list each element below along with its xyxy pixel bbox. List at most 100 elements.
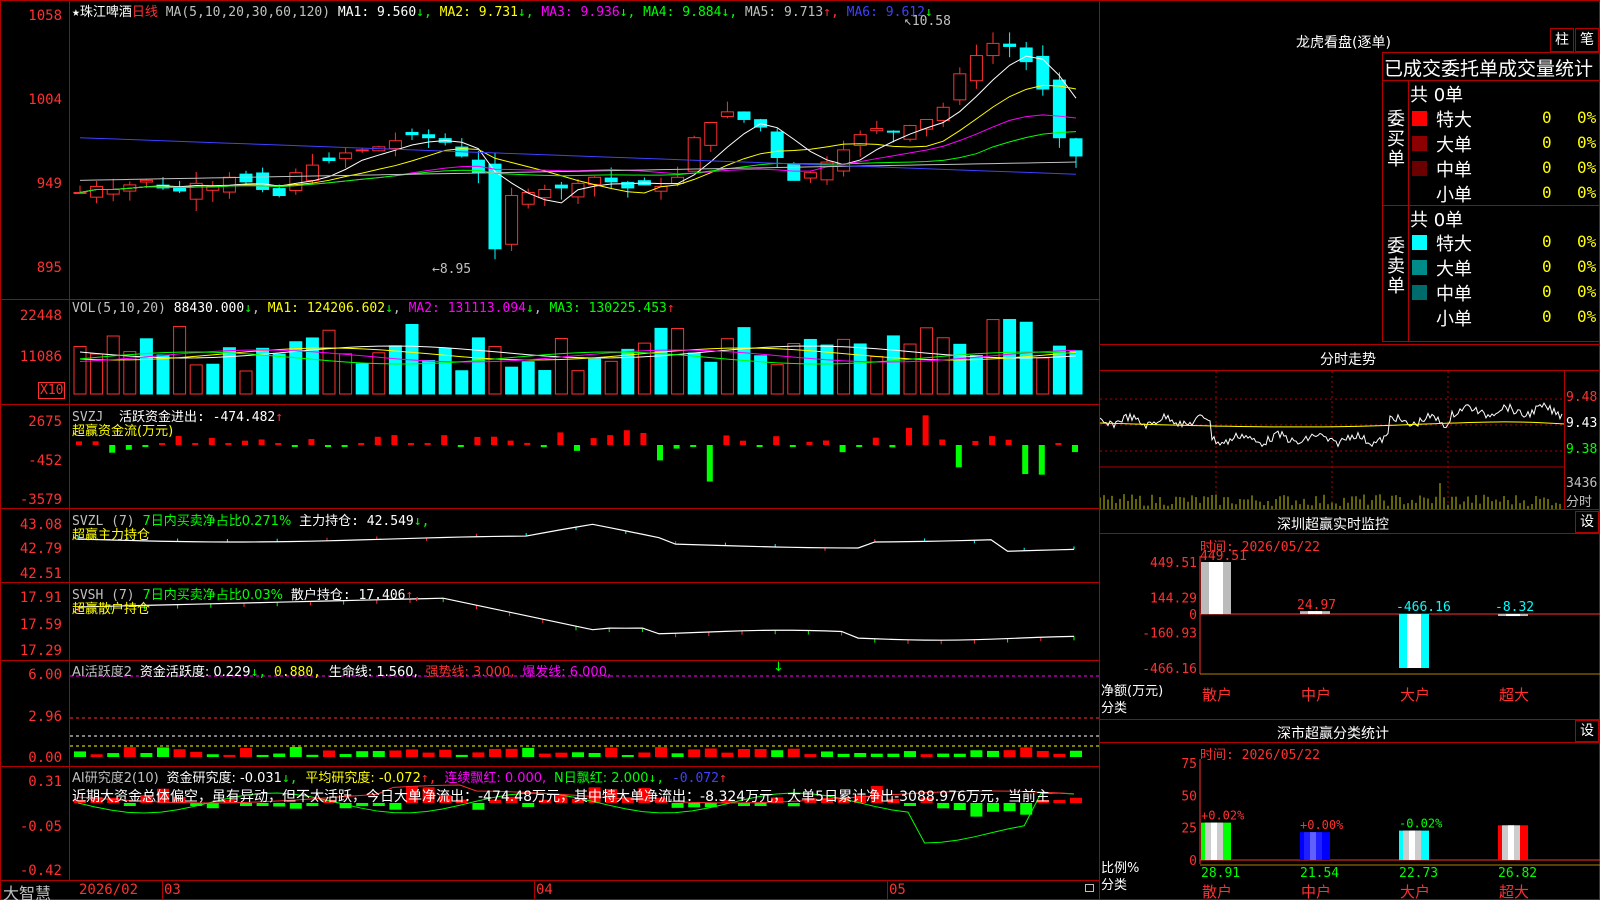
volume-bar	[355, 363, 369, 395]
vol-header: VOL(5,10,20) 88430.000↓, MA1: 124206.602…	[72, 301, 675, 316]
classify-y-tick-3: 0	[1189, 854, 1197, 869]
intraday-axis-line	[1564, 371, 1565, 509]
y-label-svsh-1: 17.59	[19, 617, 62, 633]
volume-bar	[272, 353, 286, 395]
flow-bar	[441, 435, 448, 445]
kline-chart[interactable]	[70, 0, 1100, 299]
classify-y-tick-1: 50	[1181, 789, 1197, 804]
active-bar	[704, 748, 717, 757]
bar-mode-button[interactable]: 柱	[1550, 28, 1574, 52]
flow-bar	[358, 443, 365, 445]
volume-bar	[1003, 318, 1017, 395]
volume-bar	[621, 348, 635, 395]
flow-bar	[723, 435, 730, 445]
flow-bar	[208, 437, 215, 445]
flow-bar	[856, 445, 863, 447]
active-bar	[240, 748, 252, 757]
volume-bar	[422, 359, 436, 395]
buy-row-value-2: 0	[1542, 158, 1552, 177]
buy-row-label-2: 中单	[1436, 160, 1472, 181]
buy-row-pct-2: 0%	[1577, 158, 1597, 177]
active-bar	[522, 747, 535, 757]
active-bar	[372, 751, 385, 757]
volume-bar	[687, 352, 701, 395]
monitor-chart[interactable]: 449.51 144.29 0 -160.93 -466.16 449.51 散户 24.97…	[1100, 534, 1600, 719]
lock-icon[interactable]	[1085, 884, 1094, 892]
classify-category-2: 大户	[1400, 883, 1430, 900]
ai-active-header: AI活跃度2 资金活跃度: 0.229↓, 0.880, 生命线: 1.560,…	[72, 665, 612, 680]
flow-bar	[125, 445, 132, 450]
active-bar	[90, 754, 103, 757]
separator-bottom	[0, 880, 1100, 881]
classify-y-tick-2: 25	[1181, 822, 1197, 837]
sell-row-value-0: 0	[1542, 232, 1552, 251]
candle-body	[687, 137, 701, 172]
volume-bar	[455, 370, 469, 395]
star-icon[interactable]: ★	[72, 5, 80, 20]
down-arrow-marker: ↓	[773, 661, 784, 675]
active-bar	[439, 749, 452, 757]
active-bar	[422, 752, 435, 757]
monitor-value-label-1: 24.97	[1297, 598, 1336, 613]
candle-body	[787, 163, 801, 181]
intraday-price-2: 9.38	[1566, 442, 1598, 457]
classify-settings-button[interactable]: 设	[1575, 720, 1599, 742]
candle-body	[239, 173, 253, 183]
ma-line-5	[79, 161, 1077, 181]
volume-bar	[538, 370, 552, 395]
period-label[interactable]: 日线	[132, 5, 158, 20]
candle-body	[505, 195, 519, 245]
flow-bar	[972, 440, 979, 445]
sell-row-pct-3: 0%	[1577, 307, 1597, 326]
monitor-settings-button[interactable]: 设	[1575, 511, 1599, 533]
active-bar	[920, 754, 933, 757]
ma-line-6	[79, 137, 1077, 175]
volume-bar	[73, 345, 87, 395]
ma-value-4: MA4: 9.884↓,	[635, 5, 738, 20]
intraday-vol-unit: 分时	[1566, 495, 1593, 510]
flow-bar	[491, 436, 497, 445]
volume-bar	[554, 337, 568, 395]
classify-chart[interactable]: 75 50 25 0 +0.02% 28.91 散户 +0.00% 21.54 中户 -0.02% 2…	[1100, 743, 1600, 900]
high-mark: ↖10.58	[904, 14, 951, 29]
flow-bar	[524, 442, 531, 445]
flow-bar	[391, 435, 398, 445]
flow-bar	[291, 445, 298, 447]
tick-mode-button[interactable]: 笔	[1575, 28, 1599, 52]
candle-body	[704, 122, 718, 146]
flow-bar	[989, 436, 995, 445]
classify-change-0: +0.02%	[1201, 809, 1245, 823]
intraday-chart[interactable]	[1100, 371, 1565, 509]
volume-bar	[173, 325, 187, 395]
volume-bar	[803, 338, 817, 395]
candle-body	[106, 188, 120, 195]
sell-row-swatch-1	[1412, 260, 1427, 275]
y-label-svzj-2: -3579	[19, 492, 62, 508]
flow-bar	[1055, 443, 1062, 445]
sell-row-pct-0: 0%	[1577, 232, 1597, 251]
y-label-svzj-1: -452	[28, 453, 62, 469]
candle-body	[289, 172, 303, 192]
active-bar	[804, 754, 817, 757]
candle-body	[256, 172, 270, 190]
date-03: 03	[164, 882, 181, 898]
candle-body	[322, 157, 336, 162]
flow-bar	[159, 443, 165, 445]
flow-bar	[773, 436, 780, 445]
y-label-svzl-0: 43.08	[19, 517, 62, 533]
buy-row-label-1: 大单	[1436, 135, 1472, 156]
flow-bar	[806, 441, 813, 445]
ma-label: MA(5,10,20,30,60,120)	[165, 5, 331, 20]
flow-bar	[92, 441, 99, 445]
active-bar	[588, 753, 601, 757]
active-bar	[638, 752, 651, 757]
classify-change-2: -0.02%	[1399, 817, 1443, 831]
monitor-category-0: 散户	[1202, 686, 1232, 704]
buy-row-pct-3: 0%	[1577, 183, 1597, 202]
flow-bar	[590, 438, 597, 445]
active-bar	[1020, 747, 1033, 757]
monitor-top-sep	[1100, 509, 1600, 510]
active-bar	[837, 753, 850, 757]
active-bar	[538, 753, 551, 757]
classify-value-3: 26.82	[1498, 866, 1537, 881]
